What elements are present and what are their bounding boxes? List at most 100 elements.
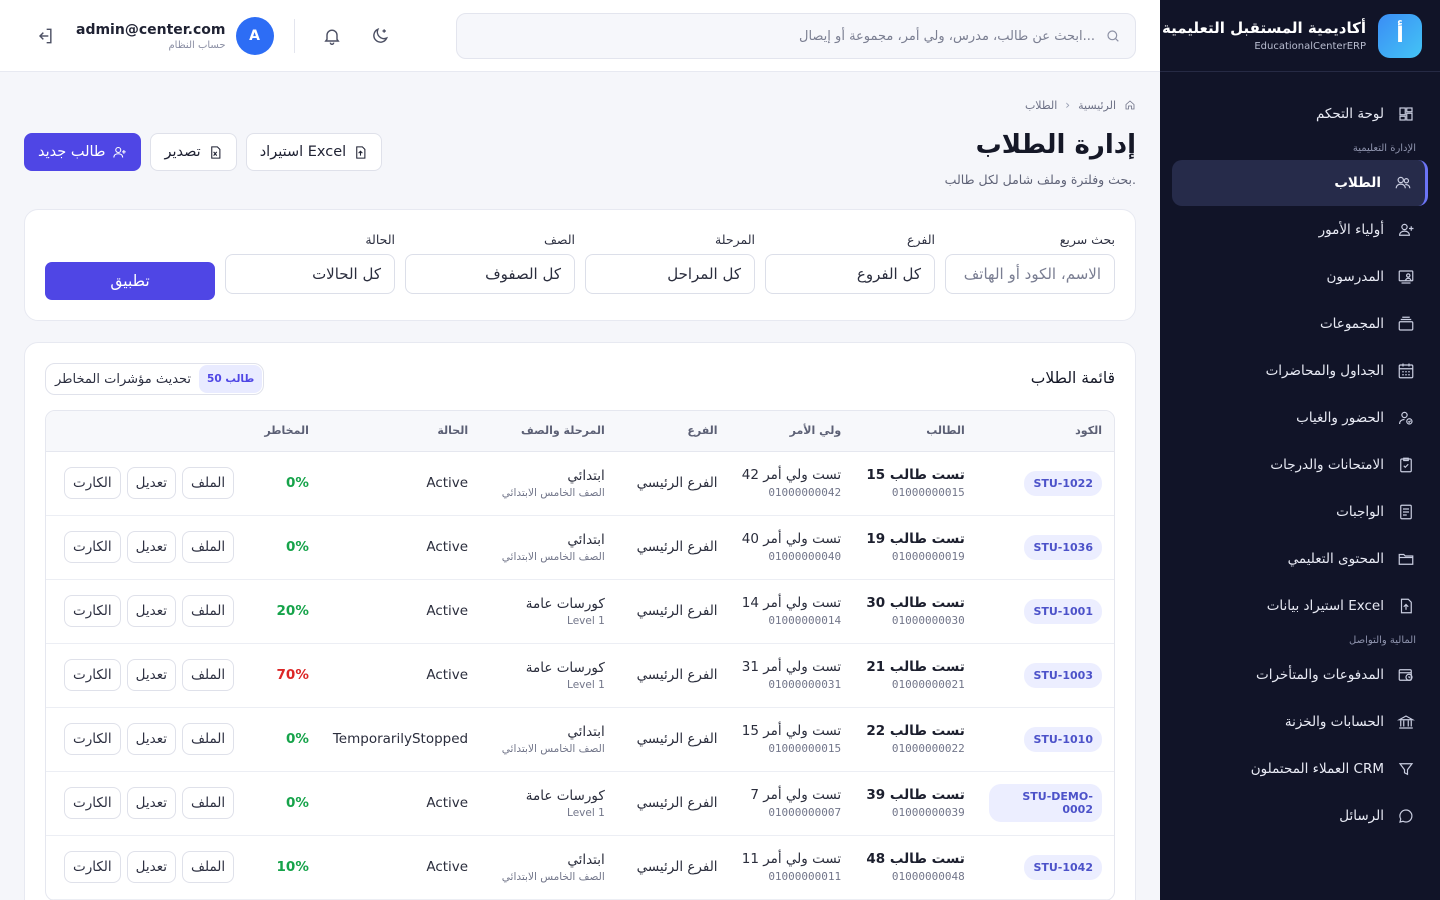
status-select[interactable]: كل الحالات (225, 254, 395, 294)
table-row[interactable]: STU-1042 تست طالب 48 01000000048 تست ولي أم… (46, 835, 1114, 900)
sidebar-item-fin-2[interactable]: العملاء المحتملون CRM (1172, 746, 1428, 792)
card-button[interactable]: الكارت (64, 723, 121, 755)
student-name[interactable]: تست طالب 30 (865, 595, 964, 611)
export-button[interactable]: تصدير (150, 133, 237, 171)
sidebar-section-finance: المالية والتواصل (1349, 635, 1416, 646)
profile-button[interactable]: الملف (182, 659, 235, 691)
user-menu[interactable]: admin@center.com حساب النظام A (76, 17, 274, 55)
parent-phone: 01000000040 (768, 550, 842, 563)
sidebar-item-label: لوحة التحكم (1315, 106, 1384, 122)
parent-name: تست ولي أمر 14 (741, 595, 842, 611)
sidebar-item-edu-4[interactable]: الجداول والمحاضرات (1172, 348, 1428, 394)
column-header: ولي الأمر (729, 411, 854, 452)
filters-card: بحث سريع الاسم، الكود أو الهاتف الفرع كل… (24, 209, 1136, 321)
filter-grade: الصف كل الصفوف (405, 232, 575, 294)
card-button[interactable]: الكارت (64, 595, 121, 627)
sidebar-item-edu-5[interactable]: الحضور والغياب (1172, 395, 1428, 441)
edit-button[interactable]: تعديل (126, 467, 177, 499)
card-button[interactable]: الكارت (64, 787, 121, 819)
cell-actions: الكارت تعديل الملف (46, 515, 247, 580)
table-row[interactable]: STU-1022 تست طالب 15 01000000015 تست ولي أم… (46, 451, 1114, 516)
profile-button[interactable]: الملف (182, 787, 235, 819)
edit-button[interactable]: تعديل (126, 659, 177, 691)
parent-phone: 01000000007 (768, 806, 842, 819)
student-phone: 01000000019 (891, 550, 965, 563)
sidebar-item-edu-3[interactable]: المجموعات (1172, 301, 1428, 347)
card-button[interactable]: الكارت (64, 851, 121, 883)
cell-actions: الكارت تعديل الملف (46, 707, 247, 772)
sidebar-item-top-0[interactable]: لوحة التحكم (1172, 91, 1428, 137)
global-search-input[interactable]: ابحث عن طالب، مدرس، ولي أمر، مجموعة أو إ… (456, 13, 1136, 59)
edit-button[interactable]: تعديل (126, 787, 177, 819)
stage-select[interactable]: كل المراحل (585, 254, 755, 294)
quick-search-input[interactable]: الاسم، الكود أو الهاتف (945, 254, 1115, 294)
sidebar-item-edu-1[interactable]: أولياء الأمور (1172, 207, 1428, 253)
parent-phone: 01000000014 (768, 614, 842, 627)
table-row[interactable]: STU-1001 تست طالب 30 01000000030 تست ولي أم… (46, 579, 1114, 644)
breadcrumb-home[interactable]: الرئيسية (1078, 99, 1116, 112)
table-row[interactable]: STU-1036 تست طالب 19 01000000019 تست ولي أم… (46, 515, 1114, 580)
column-header: المخاطر (246, 411, 321, 452)
branch-select[interactable]: كل الفروع (765, 254, 935, 294)
table-row[interactable]: STU-1010 تست طالب 22 01000000022 تست ولي أم… (46, 707, 1114, 772)
sidebar-item-edu-8[interactable]: المحتوى التعليمي (1172, 536, 1428, 582)
student-name[interactable]: تست طالب 39 (865, 787, 964, 803)
list-tools: تحديث مؤشرات المخاطر 50 طالب (45, 363, 265, 395)
brand-header: أكاديمية المستقبل التعليمية EducationalC… (1160, 0, 1440, 72)
card-button[interactable]: الكارت (64, 531, 121, 563)
stage-name: ابتدائي (567, 531, 605, 548)
parent-name: تست ولي أمر 42 (741, 467, 842, 483)
student-name[interactable]: تست طالب 21 (865, 659, 964, 675)
refresh-risk-button[interactable]: تحديث مؤشرات المخاطر (55, 372, 191, 387)
cell-risk: 10% (246, 835, 321, 900)
edit-button[interactable]: تعديل (126, 723, 177, 755)
profile-button[interactable]: الملف (182, 467, 235, 499)
import-excel-button[interactable]: استيراد Excel (245, 133, 383, 171)
cell-code: STU-1042 (976, 835, 1114, 900)
sidebar-item-fin-1[interactable]: الحسابات والخزنة (1172, 699, 1428, 745)
card-button[interactable]: الكارت (64, 659, 121, 691)
grade-name: Level 1 (567, 614, 605, 627)
student-name[interactable]: تست طالب 48 (865, 851, 964, 867)
page-subtitle: بحث وفلترة وملف شامل لكل طالب. (944, 172, 1136, 187)
student-code-badge: STU-1036 (1024, 534, 1102, 560)
sidebar-item-edu-0[interactable]: الطلاب (1172, 160, 1428, 206)
cell-stage: ابتدائي الصف الخامس الابتدائي (480, 835, 617, 900)
edit-button[interactable]: تعديل (126, 851, 177, 883)
sidebar-item-edu-6[interactable]: الامتحانات والدرجات (1172, 442, 1428, 488)
stage-name: كورسات عامة (525, 595, 605, 612)
page-title: إدارة الطلاب (975, 130, 1136, 160)
cell-branch: الفرع الرئيسي (616, 579, 730, 644)
profile-button[interactable]: الملف (182, 851, 235, 883)
sidebar-item-fin-0[interactable]: المدفوعات والمتأخرات (1172, 652, 1428, 698)
table-row[interactable]: STU-DEMO-0002 تست طالب 39 01000000039 تست و… (46, 771, 1114, 836)
student-name[interactable]: تست طالب 22 (865, 723, 964, 739)
theme-toggle-icon[interactable] (363, 19, 397, 53)
sidebar-item-label: أولياء الأمور (1318, 222, 1384, 238)
sidebar-item-label: العملاء المحتملون CRM (1250, 761, 1384, 777)
logout-icon[interactable] (28, 19, 62, 53)
students-table: الكود الطالب ولي الأمر الفرع المرحلة والصف ال… (45, 410, 1115, 900)
student-count-badge: 50 طالب (199, 365, 263, 393)
card-button[interactable]: الكارت (64, 467, 121, 499)
profile-button[interactable]: الملف (182, 595, 235, 627)
sidebar-item-edu-9[interactable]: استيراد بيانات Excel (1172, 583, 1428, 629)
grade-select[interactable]: كل الصفوف (405, 254, 575, 294)
profile-button[interactable]: الملف (182, 723, 235, 755)
student-name[interactable]: تست طالب 15 (865, 467, 964, 483)
student-name[interactable]: تست طالب 19 (865, 531, 964, 547)
parent-phone: 01000000031 (768, 678, 842, 691)
new-student-button[interactable]: طالب جديد (24, 133, 142, 171)
bell-icon[interactable] (315, 19, 349, 53)
edit-button[interactable]: تعديل (126, 595, 177, 627)
table-row[interactable]: STU-1003 تست طالب 21 01000000021 تست ولي أم… (46, 643, 1114, 708)
profile-button[interactable]: الملف (182, 531, 235, 563)
sidebar-item-edu-7[interactable]: الواجبات (1172, 489, 1428, 535)
brand-subtitle: EducationalCenterERP (1254, 41, 1366, 52)
edit-button[interactable]: تعديل (126, 531, 177, 563)
sidebar-item-fin-3[interactable]: الرسائل (1172, 793, 1428, 839)
apply-filters-button[interactable]: تطبيق (45, 262, 215, 300)
search-placeholder: ابحث عن طالب، مدرس، ولي أمر، مجموعة أو إ… (799, 28, 1095, 44)
avatar[interactable]: A (235, 17, 274, 55)
sidebar-item-edu-2[interactable]: المدرسون (1172, 254, 1428, 300)
